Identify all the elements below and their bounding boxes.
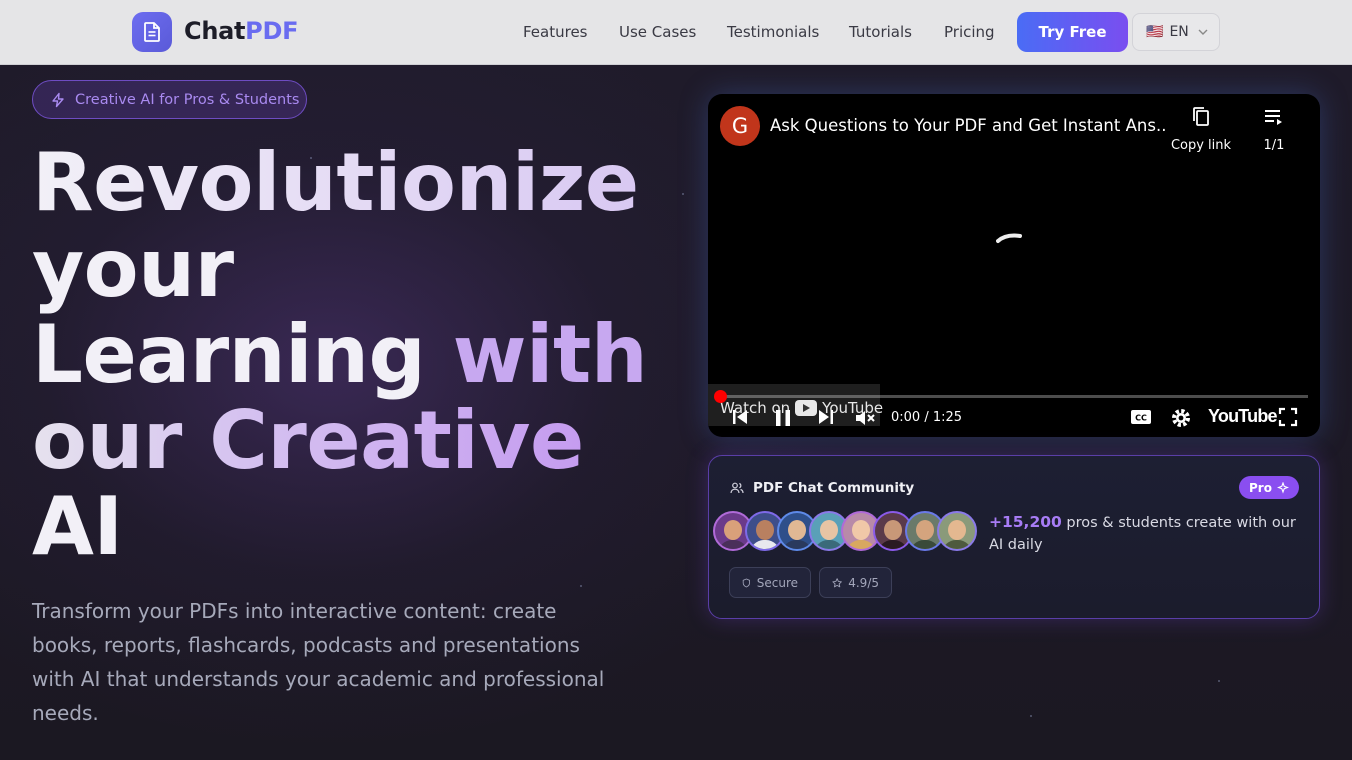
secure-chip: Secure [729, 567, 811, 598]
playlist-count: 1/1 [1263, 138, 1285, 153]
community-card: PDF Chat Community Pro +15,200 pros & st… [708, 455, 1320, 619]
headline-word-with: with [452, 308, 648, 401]
loading-spinner-icon [996, 233, 1022, 243]
next-icon[interactable] [816, 407, 836, 427]
community-title-text: PDF Chat Community [753, 480, 915, 496]
fullscreen-icon[interactable] [1278, 407, 1298, 427]
settings-gear-icon[interactable] [1170, 407, 1192, 429]
video-progress-bar[interactable] [720, 395, 1308, 398]
brand-name-part2: PDF [245, 17, 299, 45]
language-code: EN [1169, 24, 1189, 40]
hero-headline: Revolutionize your Learning with our Cre… [32, 140, 672, 570]
headline-line-4: our Creative [32, 394, 584, 487]
community-stat-text: +15,200 pros & students create with our … [989, 511, 1309, 556]
copy-link-label: Copy link [1170, 138, 1232, 153]
secure-label: Secure [756, 575, 798, 590]
nav-link-tutorials[interactable]: Tutorials [849, 23, 912, 41]
headline-line-2: your [32, 222, 234, 315]
avatar [937, 511, 977, 551]
us-flag-icon: 🇺🇸 [1146, 24, 1164, 40]
community-title: PDF Chat Community [730, 480, 914, 496]
star-icon [832, 577, 842, 587]
hero-tagline-pill: Creative AI for Pros & Students [32, 80, 307, 119]
pro-badge-label: Pro [1249, 480, 1272, 495]
copy-link-button[interactable]: Copy link [1166, 106, 1236, 153]
headline-line-1: Revolutionize [32, 140, 672, 226]
try-free-button[interactable]: Try Free [1017, 12, 1128, 52]
headline-word-learning: Learning [32, 308, 453, 401]
hero-tagline-text: Creative AI for Pros & Students [75, 91, 300, 108]
sparkle-icon [1276, 481, 1289, 494]
copy-icon [1193, 107, 1209, 126]
logo-document-icon[interactable] [132, 12, 172, 52]
brand-logo[interactable]: ChatPDF [184, 17, 298, 45]
nav-link-use-cases[interactable]: Use Cases [619, 23, 696, 41]
users-icon [730, 482, 744, 494]
community-count: +15,200 [989, 513, 1062, 531]
nav-link-features[interactable]: Features [523, 23, 588, 41]
svg-text:CC: CC [1135, 414, 1147, 423]
brand-name-part1: Chat [184, 17, 246, 45]
progress-scrubber[interactable] [714, 390, 727, 403]
lightning-icon [52, 92, 64, 107]
shield-icon [742, 578, 750, 587]
chevron-down-icon [1198, 29, 1208, 35]
playlist-button[interactable]: 1/1 [1256, 108, 1292, 153]
video-title[interactable]: Ask Questions to Your PDF and Get Instan… [770, 116, 1165, 135]
nav-link-pricing[interactable]: Pricing [944, 23, 995, 41]
hero-subtext: Transform your PDFs into interactive con… [32, 599, 605, 725]
headline-line-5: AI [32, 480, 123, 573]
headline-line-3: Learning with [32, 312, 672, 398]
mute-icon[interactable] [853, 407, 877, 429]
top-navbar: ChatPDF Features Use Cases Testimonials … [0, 0, 1352, 65]
youtube-video-player[interactable]: G Ask Questions to Your PDF and Get Inst… [708, 94, 1320, 437]
language-selector[interactable]: 🇺🇸 EN [1132, 13, 1220, 51]
nav-link-testimonials[interactable]: Testimonials [727, 23, 819, 41]
closed-captions-icon[interactable]: CC [1130, 407, 1152, 427]
rating-label: 4.9/5 [848, 575, 879, 590]
pro-badge: Pro [1239, 476, 1299, 499]
pause-icon[interactable] [772, 407, 794, 429]
youtube-wordmark[interactable]: YouTube [1208, 406, 1278, 427]
previous-icon[interactable] [730, 407, 750, 427]
youtube-logo-icon [795, 400, 818, 416]
video-time: 0:00 / 1:25 [891, 410, 963, 425]
rating-chip: 4.9/5 [819, 567, 892, 598]
playlist-icon [1265, 110, 1282, 125]
channel-avatar[interactable]: G [720, 106, 760, 146]
